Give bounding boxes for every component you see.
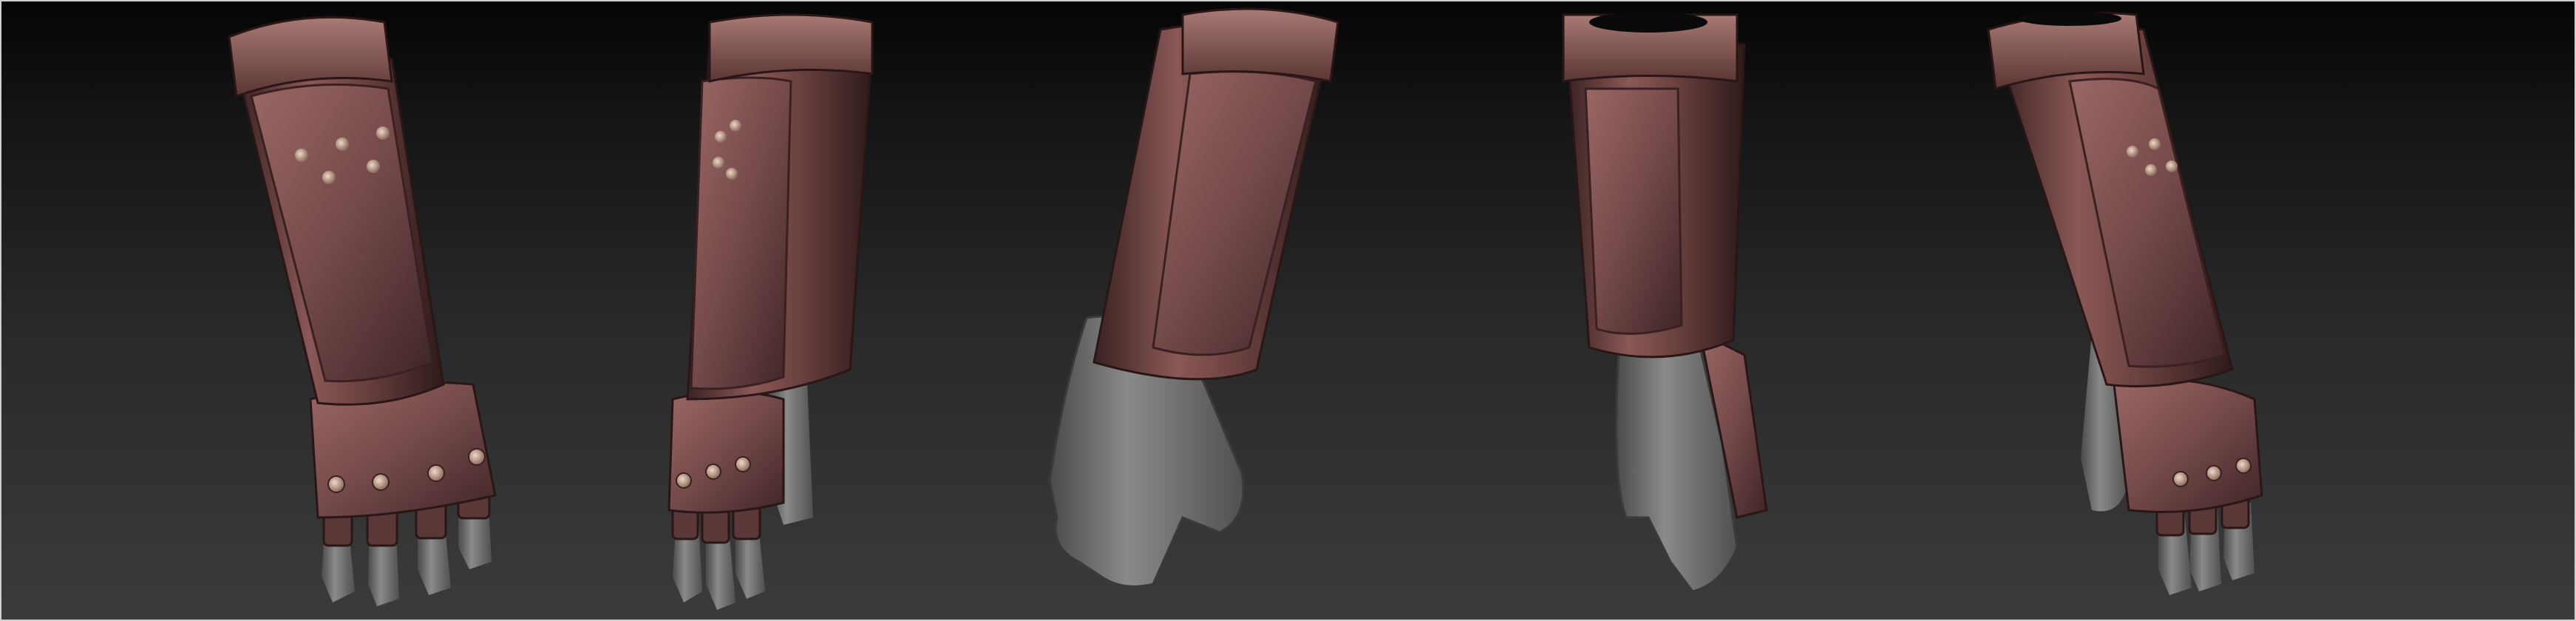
knuckle-guard [2113, 378, 2263, 513]
gauntlet-rear-three-quarter-view [1987, 11, 2263, 595]
gauntlet-front-view [228, 16, 497, 606]
top-cuff [1181, 7, 1339, 83]
bracer-pad [1584, 87, 1683, 335]
cuff-opening [1589, 12, 1707, 33]
gauntlet-side-view [1048, 7, 1339, 588]
gauntlet-front-three-quarter-view [667, 13, 874, 610]
knuckle-guard [667, 390, 785, 514]
gauntlet-back-view [1562, 12, 1768, 593]
cuff-opening [2018, 11, 2121, 26]
sculpt-viewport [0, 0, 2576, 621]
top-cuff [708, 13, 874, 83]
scene-svg [228, 7, 2263, 610]
